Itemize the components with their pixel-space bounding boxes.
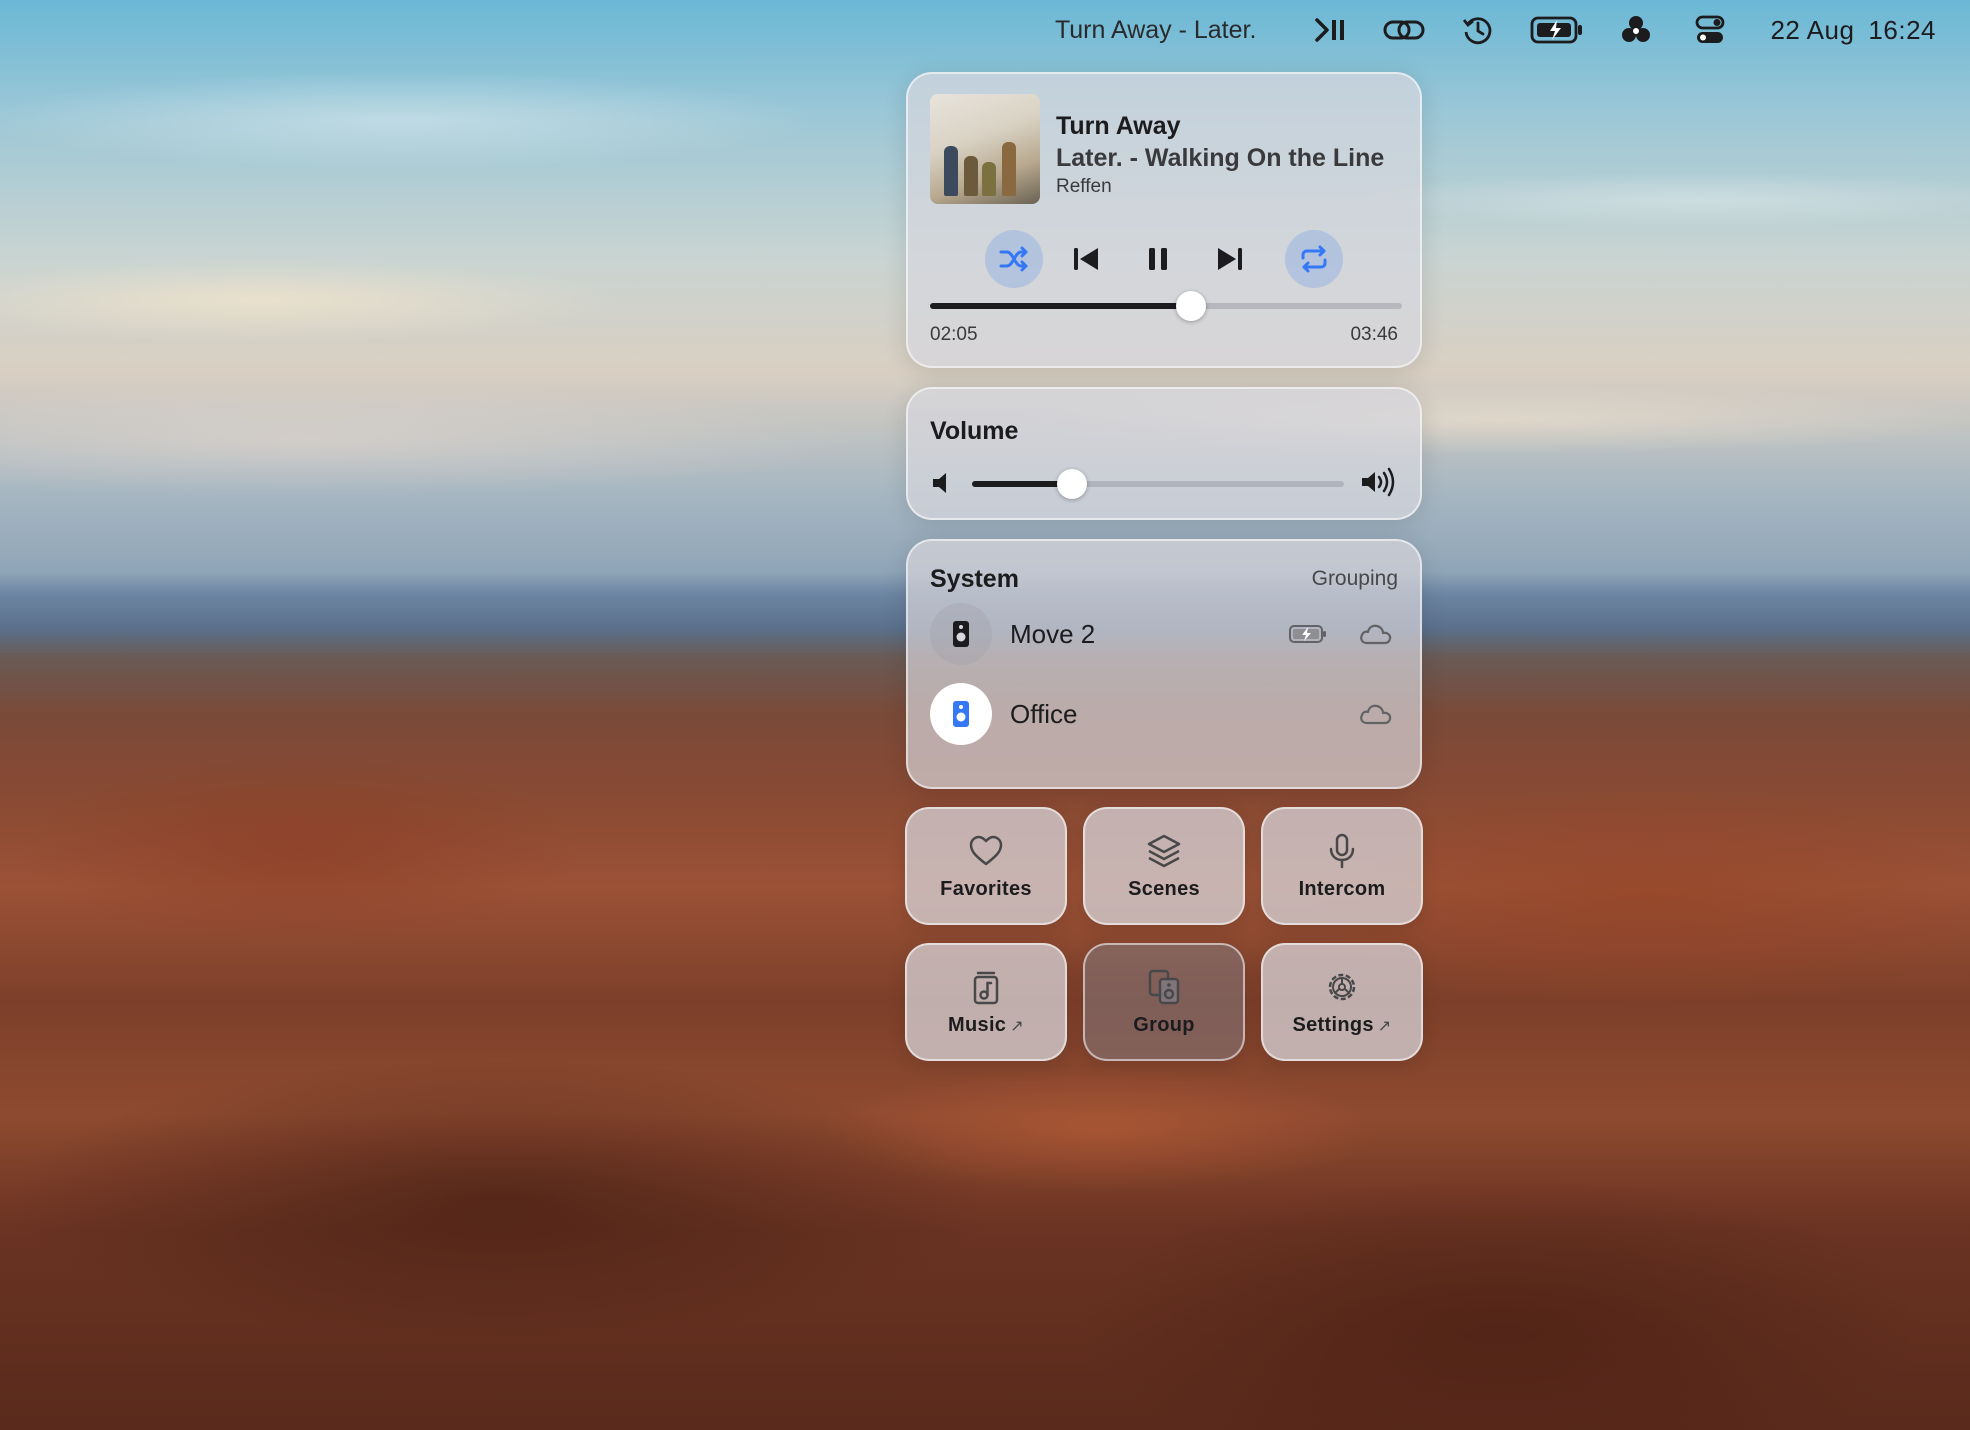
speaker-icon	[953, 701, 969, 727]
playback-controls	[908, 230, 1420, 290]
shuffle-icon	[999, 246, 1028, 272]
speaker-high-icon[interactable]	[1360, 467, 1398, 497]
settings-label: Settings ↗	[1292, 1014, 1391, 1037]
track-album: Later. - Walking On the Line	[1056, 144, 1385, 172]
music-label-text: Music	[948, 1013, 1007, 1036]
elapsed-time: 02:05	[930, 324, 978, 345]
total-duration: 03:46	[1350, 324, 1398, 345]
track-artist: Reffen	[1056, 176, 1112, 197]
speaker-toggle[interactable]	[930, 683, 992, 745]
music-button[interactable]: Music ↗	[905, 943, 1067, 1061]
play-pause-icon[interactable]	[1308, 8, 1352, 52]
speaker-name: Move 2	[1010, 619, 1096, 649]
layers-icon	[1147, 834, 1181, 867]
intercom-label: Intercom	[1298, 877, 1386, 900]
gear-icon	[1328, 973, 1356, 1000]
playback-progress-knob[interactable]	[1176, 291, 1207, 321]
time-machine-icon[interactable]	[1456, 8, 1500, 52]
music-label: Music ↗	[948, 1014, 1024, 1037]
track-title: Turn Away	[1056, 112, 1181, 140]
speaker-row[interactable]: Office	[930, 683, 1398, 747]
system-title: System	[930, 565, 1019, 593]
creative-cloud-icon[interactable]	[1614, 8, 1658, 52]
volume-knob[interactable]	[1057, 469, 1088, 499]
album-art-figure	[1002, 142, 1016, 196]
heart-icon	[969, 835, 1003, 865]
scenes-label: Scenes	[1128, 877, 1200, 900]
album-art-figure	[944, 146, 958, 196]
system-panel: System Grouping Move 2 Office	[906, 539, 1422, 789]
music-note-icon	[973, 971, 999, 1004]
settings-label-text: Settings	[1292, 1013, 1374, 1036]
external-link-icon: ↗	[1010, 1017, 1024, 1035]
previous-icon	[1074, 248, 1098, 270]
repeat-button[interactable]	[1285, 230, 1343, 288]
shuffle-button[interactable]	[985, 230, 1043, 288]
album-art-figure	[964, 156, 978, 196]
microphone-icon	[1329, 833, 1355, 868]
intercom-button[interactable]: Intercom	[1261, 807, 1423, 925]
group-button[interactable]: Group	[1083, 943, 1245, 1061]
menubar-date[interactable]: 22 Aug	[1770, 15, 1854, 46]
group-label: Group	[1133, 1013, 1195, 1036]
pause-icon	[1149, 248, 1167, 270]
menu-bar: Turn Away - Later. 22 Aug 16:24	[0, 0, 1970, 60]
next-icon	[1218, 248, 1242, 270]
grouping-button[interactable]: Grouping	[1312, 567, 1398, 591]
battery-icon[interactable]	[1530, 8, 1584, 52]
battery-charging-icon	[1289, 625, 1326, 643]
album-art-figure	[982, 162, 996, 196]
speaker-icon	[953, 621, 969, 647]
cloud-icon[interactable]	[1358, 699, 1394, 729]
menubar-time[interactable]: 16:24	[1868, 15, 1936, 46]
volume-panel: Volume	[906, 387, 1422, 520]
speaker-name: Office	[1010, 699, 1078, 729]
next-button[interactable]	[1201, 230, 1259, 288]
favorites-label: Favorites	[940, 877, 1032, 900]
external-link-icon: ↗	[1377, 1017, 1392, 1035]
link-icon[interactable]	[1382, 8, 1426, 52]
volume-title: Volume	[930, 417, 1019, 445]
favorites-button[interactable]: Favorites	[905, 807, 1067, 925]
menubar-now-playing[interactable]: Turn Away - Later.	[1055, 16, 1257, 45]
playback-progress-fill	[930, 303, 1192, 309]
speaker-toggle[interactable]	[930, 603, 992, 665]
now-playing-panel: Turn Away Later. - Walking On the Line R…	[906, 72, 1422, 368]
speaker-low-icon[interactable]	[930, 469, 958, 497]
speaker-row[interactable]: Move 2	[930, 603, 1398, 667]
cloud-icon[interactable]	[1358, 619, 1394, 649]
speaker-group-icon	[1148, 969, 1180, 1004]
scenes-button[interactable]: Scenes	[1083, 807, 1245, 925]
repeat-icon	[1301, 245, 1327, 273]
playback-progress-slider[interactable]	[930, 291, 1402, 321]
previous-button[interactable]	[1057, 230, 1115, 288]
pause-button[interactable]	[1129, 230, 1187, 288]
album-art[interactable]	[930, 94, 1040, 204]
control-center-icon[interactable]	[1688, 8, 1732, 52]
settings-button[interactable]: Settings ↗	[1261, 943, 1423, 1061]
volume-slider[interactable]	[972, 469, 1344, 499]
